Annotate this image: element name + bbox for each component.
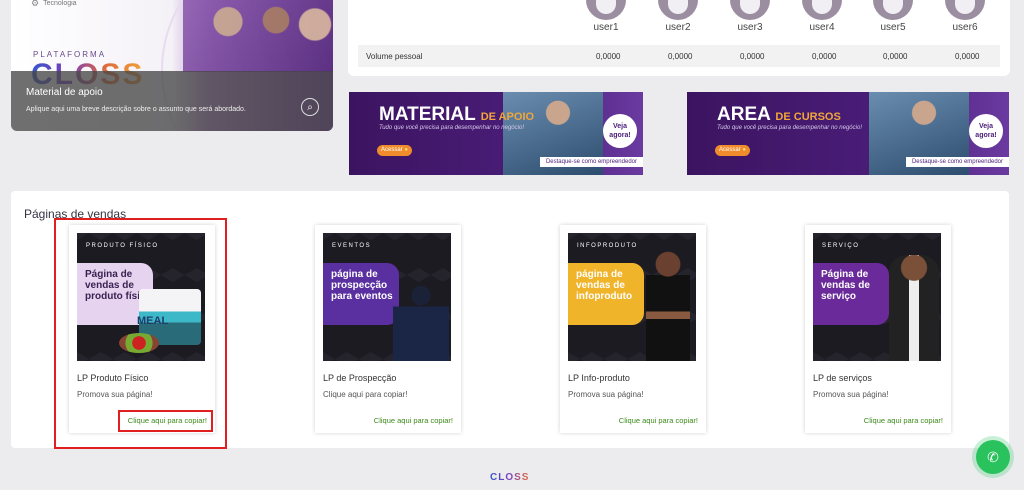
banner-strip: Destaque-se como empreendedor [539,157,643,167]
feature-description: Aplique aqui uma breve descrição sobre o… [26,106,246,113]
user-column: user2 [648,0,708,33]
card-image: SERVIÇO Página de vendas de serviço [813,233,941,361]
whatsapp-icon[interactable]: ✆ [976,440,1010,474]
user-name: user6 [952,22,978,33]
avatar [730,0,770,20]
user-name: user5 [880,22,906,33]
veja-agora-badge: Veja agora! [603,114,637,148]
card-name: LP Info-produto [568,373,630,383]
acessar-button[interactable]: Acessar [377,145,412,156]
feature-overlay: Material de apoio Aplique aqui uma breve… [11,71,333,131]
banner-title: MATERIAL DE APOIO [379,104,535,125]
user-column: user3 [720,0,780,33]
sales-card-infoproduto: INFOPRODUTO página de vendas de infoprod… [560,225,706,433]
volume-value: 0,0000 [955,52,980,61]
card-image-label: SERVIÇO [822,243,860,249]
gear-icon: ⚙ [31,0,40,8]
volume-value: 0,0000 [668,52,693,61]
volume-value: 0,0000 [596,52,621,61]
avatar [586,0,626,20]
category-tag: ⚙ Tecnologia [31,0,77,9]
volume-row: Volume pessoal 0,0000 0,0000 0,0000 0,00… [358,45,1000,67]
user-name: user1 [593,22,619,33]
acessar-button[interactable]: Acessar [715,145,750,156]
card-image-text: Página de vendas de serviço [813,263,889,325]
category-tag-label: Tecnologia [43,0,77,7]
banner-strip: Destaque-se como empreendedor [905,157,1009,167]
users-panel: user1 user2 user3 user4 user5 user6 Volu… [348,0,1010,76]
volume-value: 0,0000 [740,52,765,61]
banner-subtitle: Tudo que você precisa para desempenhar n… [717,125,862,131]
avatar [945,0,985,20]
card-promo: Promova sua página! [568,390,644,399]
card-image-label: INFOPRODUTO [577,243,638,249]
card-image: EVENTOS página de prospecção para evento… [323,233,451,361]
speaker-figure [393,285,449,361]
copy-link-button[interactable]: Clique aqui para copiar! [864,416,943,425]
card-image-label: EVENTOS [332,243,372,249]
card-promo: Promova sua página! [813,390,889,399]
highlight-copy-outline [118,410,213,432]
volume-label: Volume pessoal [366,52,423,61]
businessman-figure [889,255,939,361]
copy-link-button[interactable]: Clique aqui para copiar! [374,416,453,425]
sales-card-eventos: EVENTOS página de prospecção para evento… [315,225,461,433]
athlete-figure [646,251,690,361]
card-promo: Clique aqui para copiar! [323,390,408,399]
user-column: user4 [792,0,852,33]
volume-value: 0,0000 [883,52,908,61]
banner-subtitle: Tudo que você precisa para desempenhar n… [379,125,524,131]
copy-link-button[interactable]: Clique aqui para copiar! [619,416,698,425]
avatar [658,0,698,20]
banner-area-cursos[interactable]: AREA DE CURSOS Tudo que você precisa par… [687,92,1009,175]
banner-title: AREA DE CURSOS [717,104,841,125]
volume-value: 0,0000 [812,52,837,61]
veja-agora-badge: Veja agora! [969,114,1003,148]
card-image-text: página de vendas de infoproduto [568,263,644,325]
feature-card[interactable]: ⚙ Tecnologia PLATAFORMA CLOSS Material d… [11,0,333,131]
card-image-text: página de prospecção para eventos [323,263,399,325]
user-name: user4 [809,22,835,33]
user-column: user6 [935,0,995,33]
card-image: INFOPRODUTO página de vendas de infoprod… [568,233,696,361]
avatar [873,0,913,20]
footer-logo: CLOSS [490,472,530,483]
avatar [802,0,842,20]
user-name: user2 [665,22,691,33]
card-name: LP de Prospecção [323,373,397,383]
banner-material-apoio[interactable]: MATERIAL DE APOIO Tudo que você precisa … [349,92,643,175]
user-column: user1 [576,0,636,33]
user-name: user3 [737,22,763,33]
feature-image [183,0,333,72]
user-column: user5 [863,0,923,33]
feature-title: Material de apoio [26,87,103,98]
search-icon[interactable]: ⌕ [301,98,319,116]
sales-card-servico: SERVIÇO Página de vendas de serviço LP d… [805,225,951,433]
card-name: LP de serviços [813,373,872,383]
